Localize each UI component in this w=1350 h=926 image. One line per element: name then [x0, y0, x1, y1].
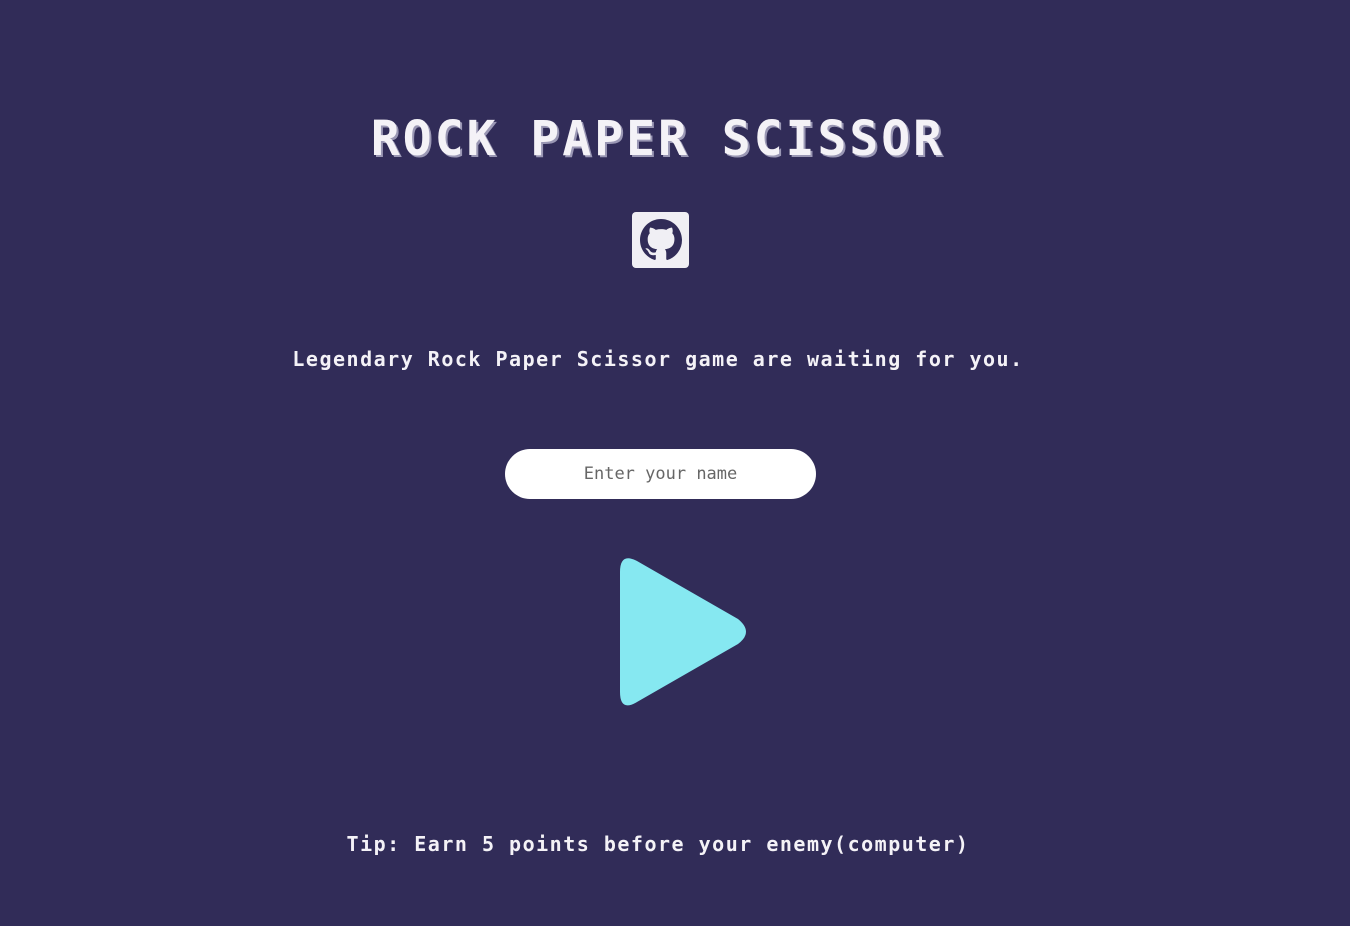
page-title: ROCK PAPER SCISSOR: [370, 111, 946, 168]
tip-text: Tip: Earn 5 points before your enemy(com…: [346, 832, 970, 856]
github-icon: [639, 219, 682, 261]
tagline: Legendary Rock Paper Scissor game are wa…: [292, 347, 1024, 371]
play-button[interactable]: [612, 552, 756, 712]
name-input[interactable]: [505, 449, 816, 499]
github-link[interactable]: [632, 212, 689, 268]
play-icon: [612, 552, 756, 712]
